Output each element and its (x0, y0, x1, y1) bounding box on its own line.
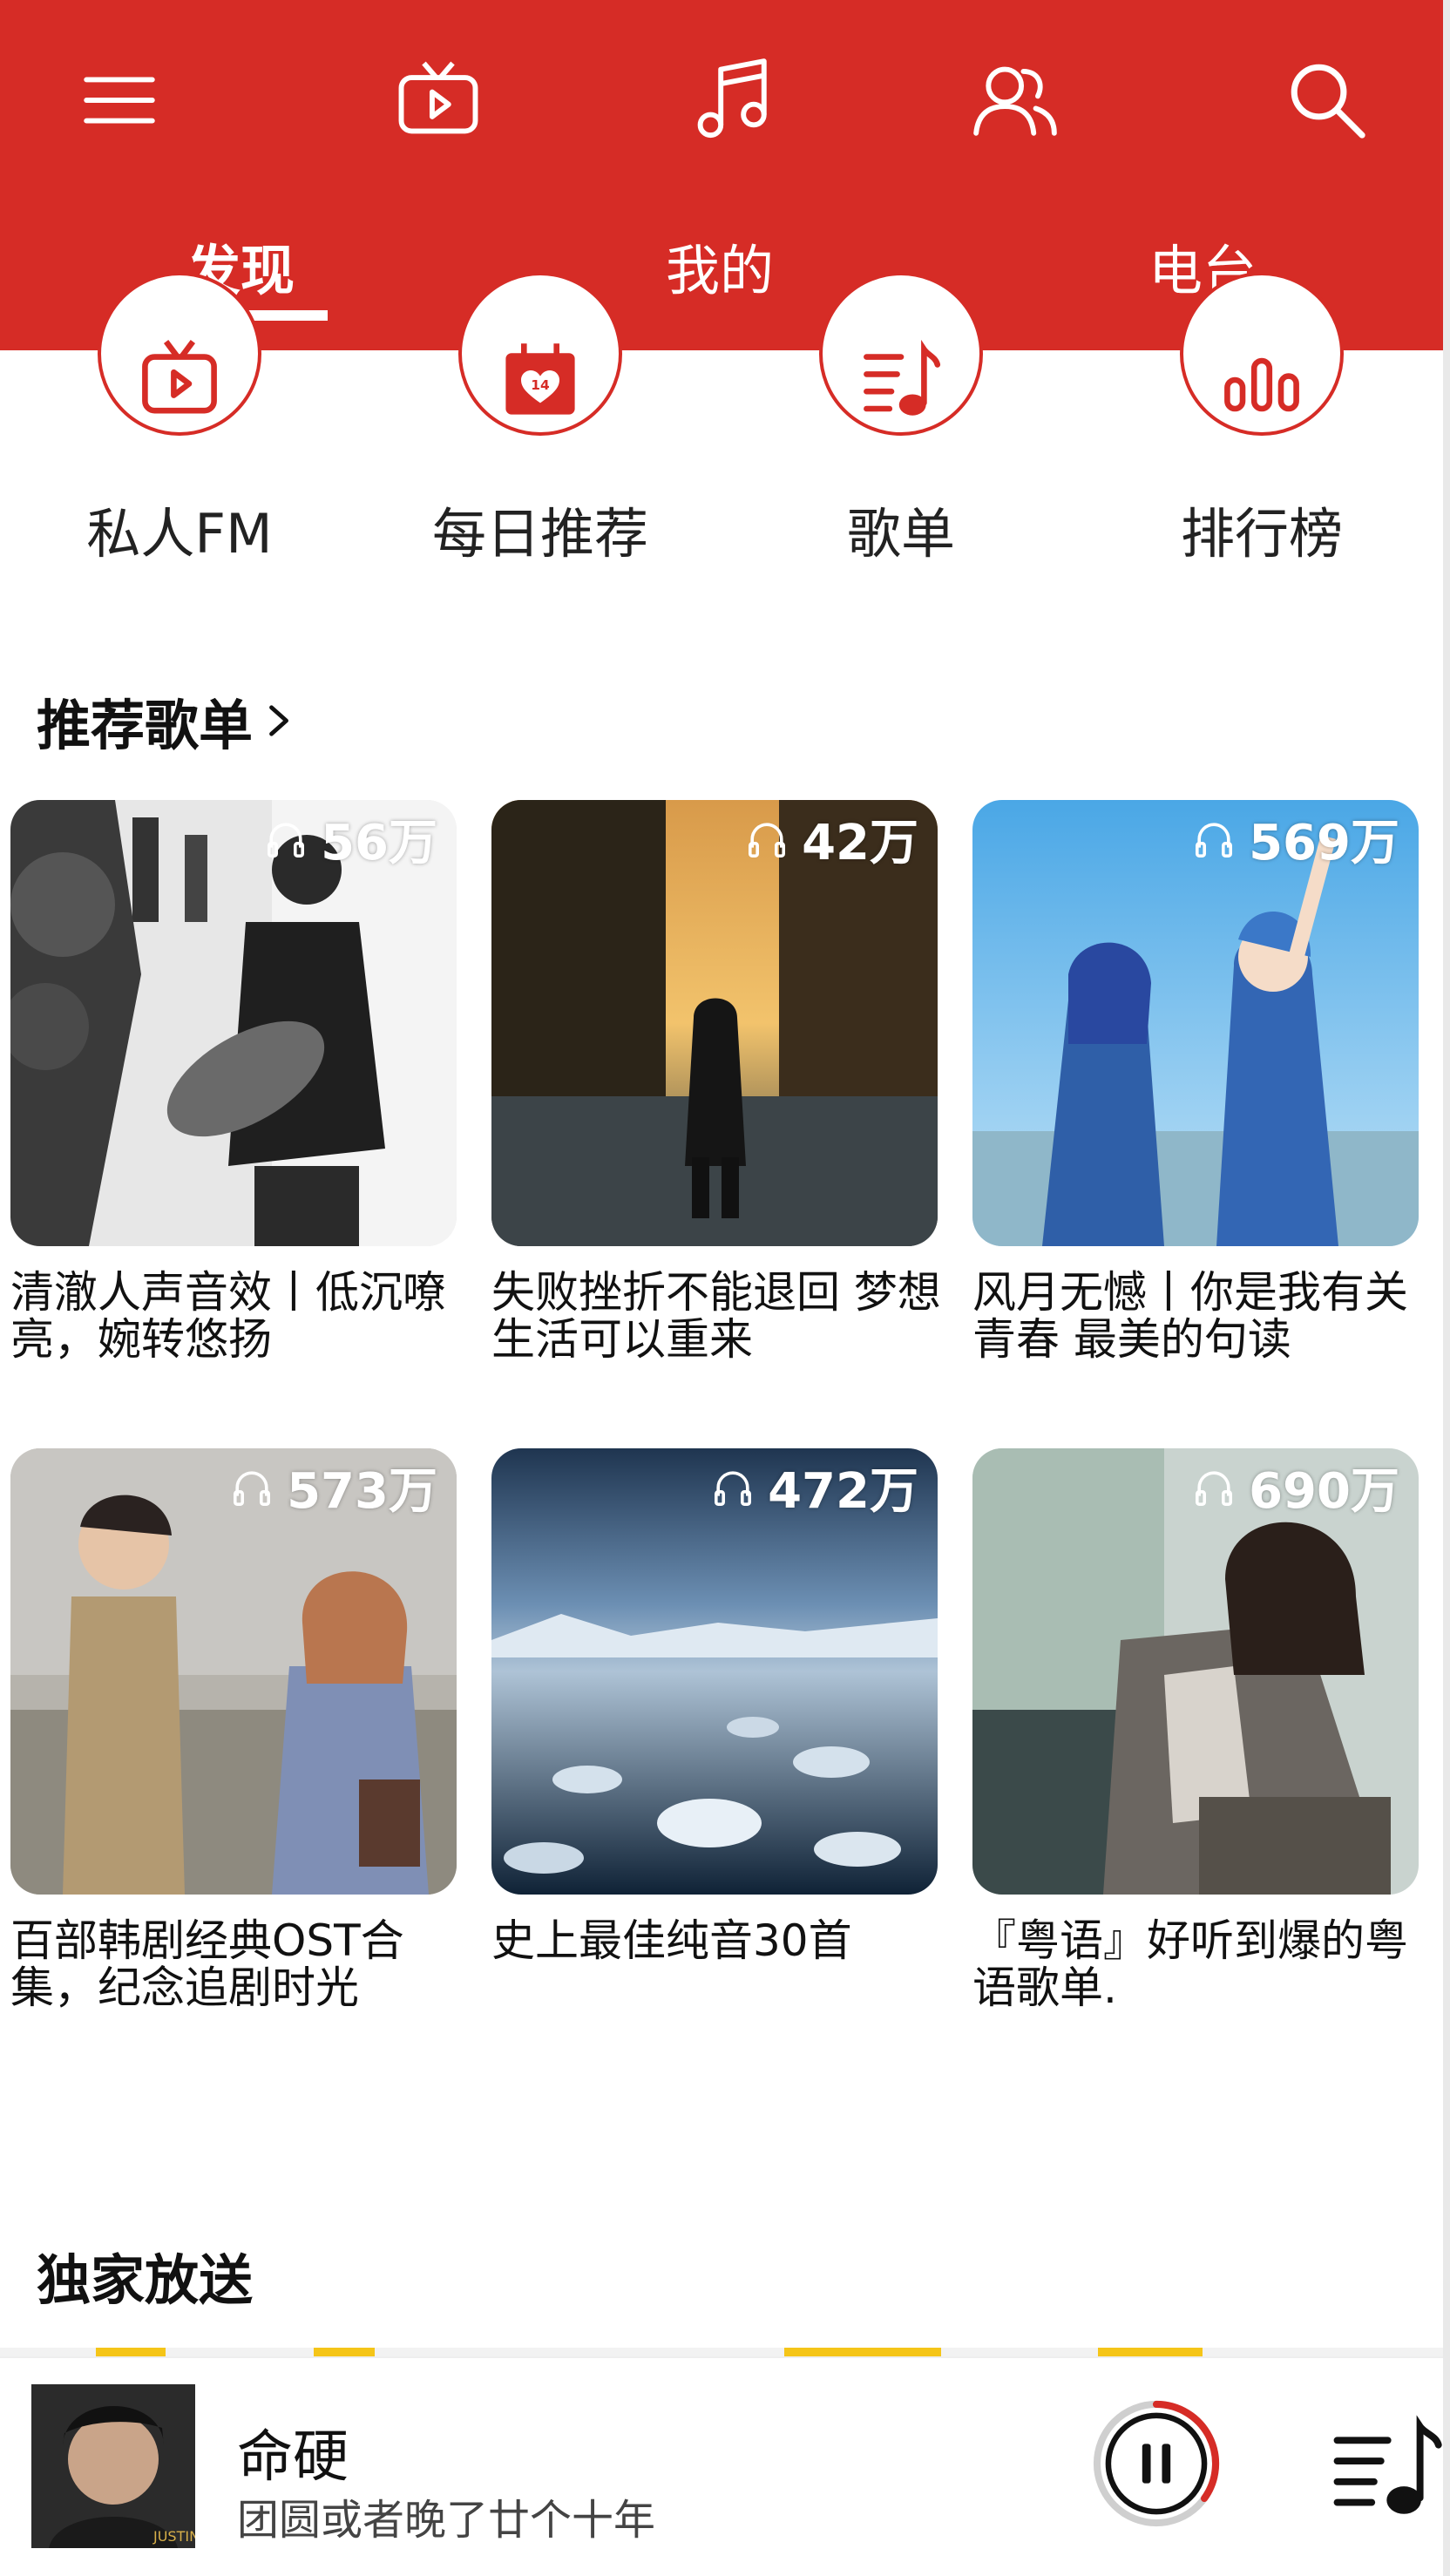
playlist-title: 失败挫折不能退回 梦想生活可以重来 (491, 1267, 941, 1365)
friends-icon[interactable] (950, 35, 1081, 166)
play-count-value: 42万 (802, 815, 918, 871)
top-icon-bar (0, 35, 1443, 166)
song-subtitle: 团圆或者晚了廿个十年 (237, 2496, 656, 2545)
entry-daily-recommend[interactable]: 14 每日推荐 (410, 272, 671, 568)
play-count-value: 56万 (321, 815, 437, 871)
entry-label: 私人FM (86, 502, 273, 566)
playlist-cover: 569万 (972, 800, 1419, 1246)
play-count-value: 472万 (768, 1463, 918, 1520)
play-count-value: 690万 (1249, 1463, 1399, 1520)
play-count: 690万 (1193, 1452, 1399, 1522)
exclusive-header[interactable]: 独家放送 (37, 2236, 253, 2315)
song-title: 命硬 (237, 2425, 349, 2490)
entry-label: 歌单 (846, 502, 955, 566)
album-cover[interactable]: JUSTIN (31, 2384, 195, 2548)
section-title: 推荐歌单 (37, 694, 254, 757)
playlist-title: 『粤语』好听到爆的粤语歌单. (972, 1915, 1408, 2013)
search-icon[interactable] (1262, 35, 1392, 166)
playlist-queue-icon (1333, 2415, 1442, 2514)
playlist-cover: 56万 (10, 800, 457, 1246)
scrollbar-track (1443, 0, 1450, 2576)
video-icon[interactable] (373, 35, 504, 166)
radio-tv-icon (98, 272, 261, 436)
entry-label: 排行榜 (1180, 502, 1343, 566)
app-screen: 发现 我的 电台 私人FM 14 每日推荐 歌单 排行榜 推荐歌单 56万 清澈… (0, 0, 1450, 2576)
playlist-cover: 573万 (10, 1448, 457, 1895)
chart-bars-icon (1180, 272, 1344, 436)
music-note-icon[interactable] (666, 35, 796, 166)
section-title: 独家放送 (37, 2248, 254, 2312)
headphones-icon (1196, 1470, 1233, 1506)
headphones-icon (1196, 822, 1233, 858)
pause-icon (1093, 2400, 1220, 2527)
play-count: 573万 (231, 1452, 437, 1522)
playlist-cover: 690万 (972, 1448, 1419, 1895)
playlist-title: 清澈人声音效丨低沉嘹亮，婉转悠扬 (10, 1267, 446, 1365)
play-count-value: 573万 (287, 1463, 437, 1520)
play-count: 56万 (265, 803, 437, 874)
playlist-cover: 42万 (491, 800, 938, 1246)
headphones-icon (715, 1470, 752, 1506)
playlist-title: 风月无憾丨你是我有关青春 最美的句读 (972, 1267, 1408, 1365)
recommended-header[interactable]: 推荐歌单 (37, 681, 296, 760)
play-count-value: 569万 (1249, 815, 1399, 871)
svg-text:14: 14 (531, 377, 549, 393)
entry-label: 每日推荐 (431, 502, 648, 566)
mini-player[interactable]: JUSTIN 命硬 团圆或者晚了廿个十年 (0, 2356, 1443, 2576)
play-count: 42万 (746, 803, 918, 874)
entry-private-fm[interactable]: 私人FM (49, 272, 310, 568)
headphones-icon (749, 822, 786, 858)
playlist-queue-button[interactable] (1328, 2410, 1443, 2525)
play-count: 472万 (712, 1452, 918, 1522)
chevron-right-icon (269, 705, 288, 736)
playlist-cover: 472万 (491, 1448, 938, 1895)
entry-charts[interactable]: 排行榜 (1131, 272, 1392, 568)
pause-button[interactable] (1086, 2393, 1227, 2534)
calendar-heart-icon: 14 (458, 272, 622, 436)
playlist-title: 百部韩剧经典OST合集，纪念追剧时光 (10, 1915, 404, 2013)
play-count: 569万 (1193, 803, 1399, 874)
svg-text:JUSTIN: JUSTIN (152, 2528, 195, 2545)
menu-icon[interactable] (54, 35, 185, 166)
tab-mine[interactable]: 我的 (633, 218, 807, 314)
playlist-icon (819, 272, 983, 436)
quick-entries: 私人FM 14 每日推荐 歌单 排行榜 (0, 272, 1443, 577)
headphones-icon (234, 1470, 271, 1506)
headphones-icon (268, 822, 305, 858)
entry-playlist[interactable]: 歌单 (770, 272, 1032, 568)
playlist-title: 史上最佳纯音30首 (491, 1915, 852, 1966)
